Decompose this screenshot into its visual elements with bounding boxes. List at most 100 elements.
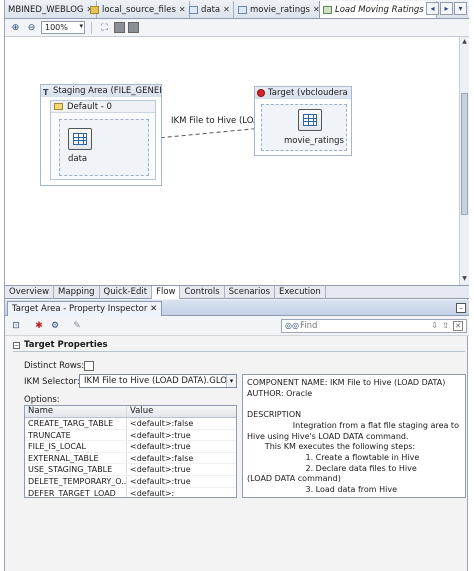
table-row[interactable]: USE_STAGING_TABLE <default>:true — [25, 464, 236, 476]
target-title-text: Target (vbcloudera — [268, 88, 348, 98]
option-name: DEFER_TARGET_LOAD — [25, 487, 127, 497]
settings-icon[interactable]: ⚙ — [49, 320, 61, 332]
staging-area-title: T Staging Area (FILE_GENERIC — [41, 85, 161, 97]
table-row[interactable]: DELETE_TEMPORARY_O... <default>:true — [25, 475, 236, 488]
diagram-toolbar: ⊕ ⊖ 100% ▾ ⛶ — [5, 19, 469, 37]
toolbar-separator — [91, 21, 92, 34]
option-name: FILE_IS_LOCAL — [25, 441, 127, 452]
table-row[interactable]: EXTERNAL_TABLE <default>:false — [25, 452, 236, 465]
table-row[interactable]: DEFER_TARGET_LOAD <default>: — [25, 487, 236, 497]
option-value[interactable]: <default>:true — [127, 441, 236, 452]
zoom-select[interactable]: 100% ▾ — [41, 21, 85, 34]
option-name: CREATE_TARG_TABLE — [25, 418, 127, 429]
source-node-label: data — [68, 154, 88, 164]
ikm-selector-dropdown[interactable]: IKM File to Hive (LOAD DATA).GLOBAL ▾ — [79, 374, 237, 388]
option-value[interactable]: <default>:true — [127, 476, 236, 487]
tab-property-inspector[interactable]: Target Area - Property Inspector ✕ — [7, 301, 163, 316]
target-area-title: Target (vbcloudera — [255, 87, 351, 99]
tab-mapping[interactable]: Mapping — [54, 286, 100, 299]
binoculars-icon: ◎◎ — [285, 321, 299, 330]
find-previous-icon[interactable]: ⇩ — [431, 321, 438, 330]
option-value[interactable]: <default>:false — [127, 453, 236, 464]
tab-controls[interactable]: Controls — [180, 286, 225, 299]
validate-icon[interactable] — [128, 22, 139, 33]
close-icon[interactable]: ✕ — [223, 5, 230, 14]
tab-label: MBINED_WEBLOG — [8, 4, 84, 15]
tab-overview[interactable]: Overview — [5, 286, 55, 299]
default-group-title: Default - 0 — [51, 101, 155, 113]
tab-flow[interactable]: Flow — [152, 286, 181, 299]
table-row[interactable]: FILE_IS_LOCAL <default>:true — [25, 441, 236, 453]
close-icon[interactable]: ✕ — [453, 321, 463, 331]
tab-data[interactable]: data ✕ — [186, 1, 234, 18]
option-name: EXTERNAL_TABLE — [25, 452, 127, 464]
mapping-icon — [323, 5, 332, 14]
diagram-tab-bar: Overview Mapping Quick-Edit Flow Control… — [5, 285, 469, 299]
layout-icon[interactable] — [114, 22, 125, 33]
table-row[interactable]: TRUNCATE <default>:true — [25, 429, 236, 442]
chevron-down-icon: ▾ — [79, 22, 83, 30]
tab-load-moving-ratings[interactable]: Load Moving Ratings✕ — [319, 1, 438, 18]
tab-label: data — [201, 4, 221, 15]
close-icon[interactable]: ✕ — [150, 304, 157, 314]
canvas-scrollbar[interactable]: ▲ ▼ — [459, 37, 469, 285]
datastore-icon[interactable] — [68, 128, 92, 150]
tab-scenarios[interactable]: Scenarios — [225, 286, 276, 299]
find-input[interactable] — [300, 321, 420, 331]
zoom-in-icon[interactable]: ⊕ — [9, 21, 22, 34]
scroll-down-icon[interactable]: ▼ — [460, 275, 469, 284]
find-next-icon[interactable]: ⇧ — [442, 321, 449, 330]
target-area[interactable]: Target (vbcloudera movie_ratings — [254, 86, 352, 156]
mapping-canvas[interactable]: IKM File to Hive (LOAD DATA) T Staging Ar… — [5, 37, 459, 285]
edit-icon[interactable]: ✎ — [71, 320, 83, 332]
tab-movie-ratings[interactable]: movie_ratings ✕ — [235, 1, 324, 18]
group-icon — [54, 103, 63, 110]
find-field[interactable]: ◎◎ ⇩ ⇧ ✕ — [281, 319, 467, 333]
ide-window: MBINED_WEBLOG✕ local_source_files✕ data✕… — [4, 0, 469, 571]
datastore-icon — [238, 5, 247, 14]
option-value[interactable]: <default>:true — [127, 464, 236, 475]
editor-tab-bar: MBINED_WEBLOG✕ local_source_files✕ data✕… — [5, 0, 469, 19]
zoom-to-icon[interactable]: ⊡ — [10, 320, 22, 332]
tab-scroll-left-icon[interactable]: ◂ — [426, 2, 439, 15]
distinct-rows-label: Distinct Rows: — [24, 361, 85, 371]
scroll-up-icon[interactable]: ▲ — [460, 38, 469, 47]
tab-list-icon[interactable]: ▾ — [454, 2, 467, 15]
option-name: DELETE_TEMPORARY_O... — [25, 475, 127, 487]
close-icon[interactable]: ✕ — [179, 5, 186, 14]
target-icon — [257, 89, 265, 97]
target-node-container: movie_ratings — [261, 104, 347, 151]
tab-combined-weblog[interactable]: MBINED_WEBLOG✕ — [5, 1, 98, 18]
option-value[interactable]: <default>:true — [127, 430, 236, 441]
tab-scroll-right-icon[interactable]: ▸ — [440, 2, 453, 15]
fit-to-window-icon[interactable]: ⛶ — [98, 21, 111, 34]
target-node-label: movie_ratings — [284, 136, 344, 146]
grid-icon — [73, 133, 87, 145]
default-group[interactable]: Default - 0 data — [50, 100, 156, 180]
tab-execution[interactable]: Execution — [275, 286, 326, 299]
options-table: Name Value CREATE_TARG_TABLE <default>:fa… — [24, 405, 237, 498]
datastore-icon[interactable] — [298, 109, 322, 131]
zoom-out-icon[interactable]: ⊖ — [25, 21, 38, 34]
tab-label: movie_ratings — [250, 4, 310, 15]
chevron-down-icon[interactable]: ▾ — [226, 375, 236, 387]
pin-icon[interactable]: ✱ — [33, 320, 45, 332]
source-node-container: data — [59, 119, 149, 176]
datastore-icon — [189, 5, 198, 14]
table-row[interactable]: CREATE_TARG_TABLE <default>:false — [25, 418, 236, 430]
column-header-value[interactable]: Value — [127, 406, 236, 417]
distinct-rows-checkbox[interactable] — [84, 361, 94, 371]
staging-area[interactable]: T Staging Area (FILE_GENERIC Default - 0 … — [40, 84, 162, 186]
tab-quick-edit[interactable]: Quick-Edit — [100, 286, 153, 299]
option-name: USE_STAGING_TABLE — [25, 464, 127, 475]
option-value[interactable]: <default>:false — [127, 418, 236, 429]
tab-local-source-files[interactable]: local_source_files ✕ — [87, 1, 190, 18]
option-value[interactable]: <default>: — [127, 488, 236, 497]
scroll-thumb[interactable] — [461, 93, 468, 215]
collapse-icon[interactable]: − — [13, 342, 20, 349]
minimize-icon[interactable]: – — [456, 303, 466, 313]
zoom-value: 100% — [45, 23, 68, 32]
options-table-header: Name Value — [25, 406, 236, 418]
target-properties-section[interactable]: − Target Properties — [13, 340, 465, 352]
column-header-name[interactable]: Name — [25, 406, 127, 417]
